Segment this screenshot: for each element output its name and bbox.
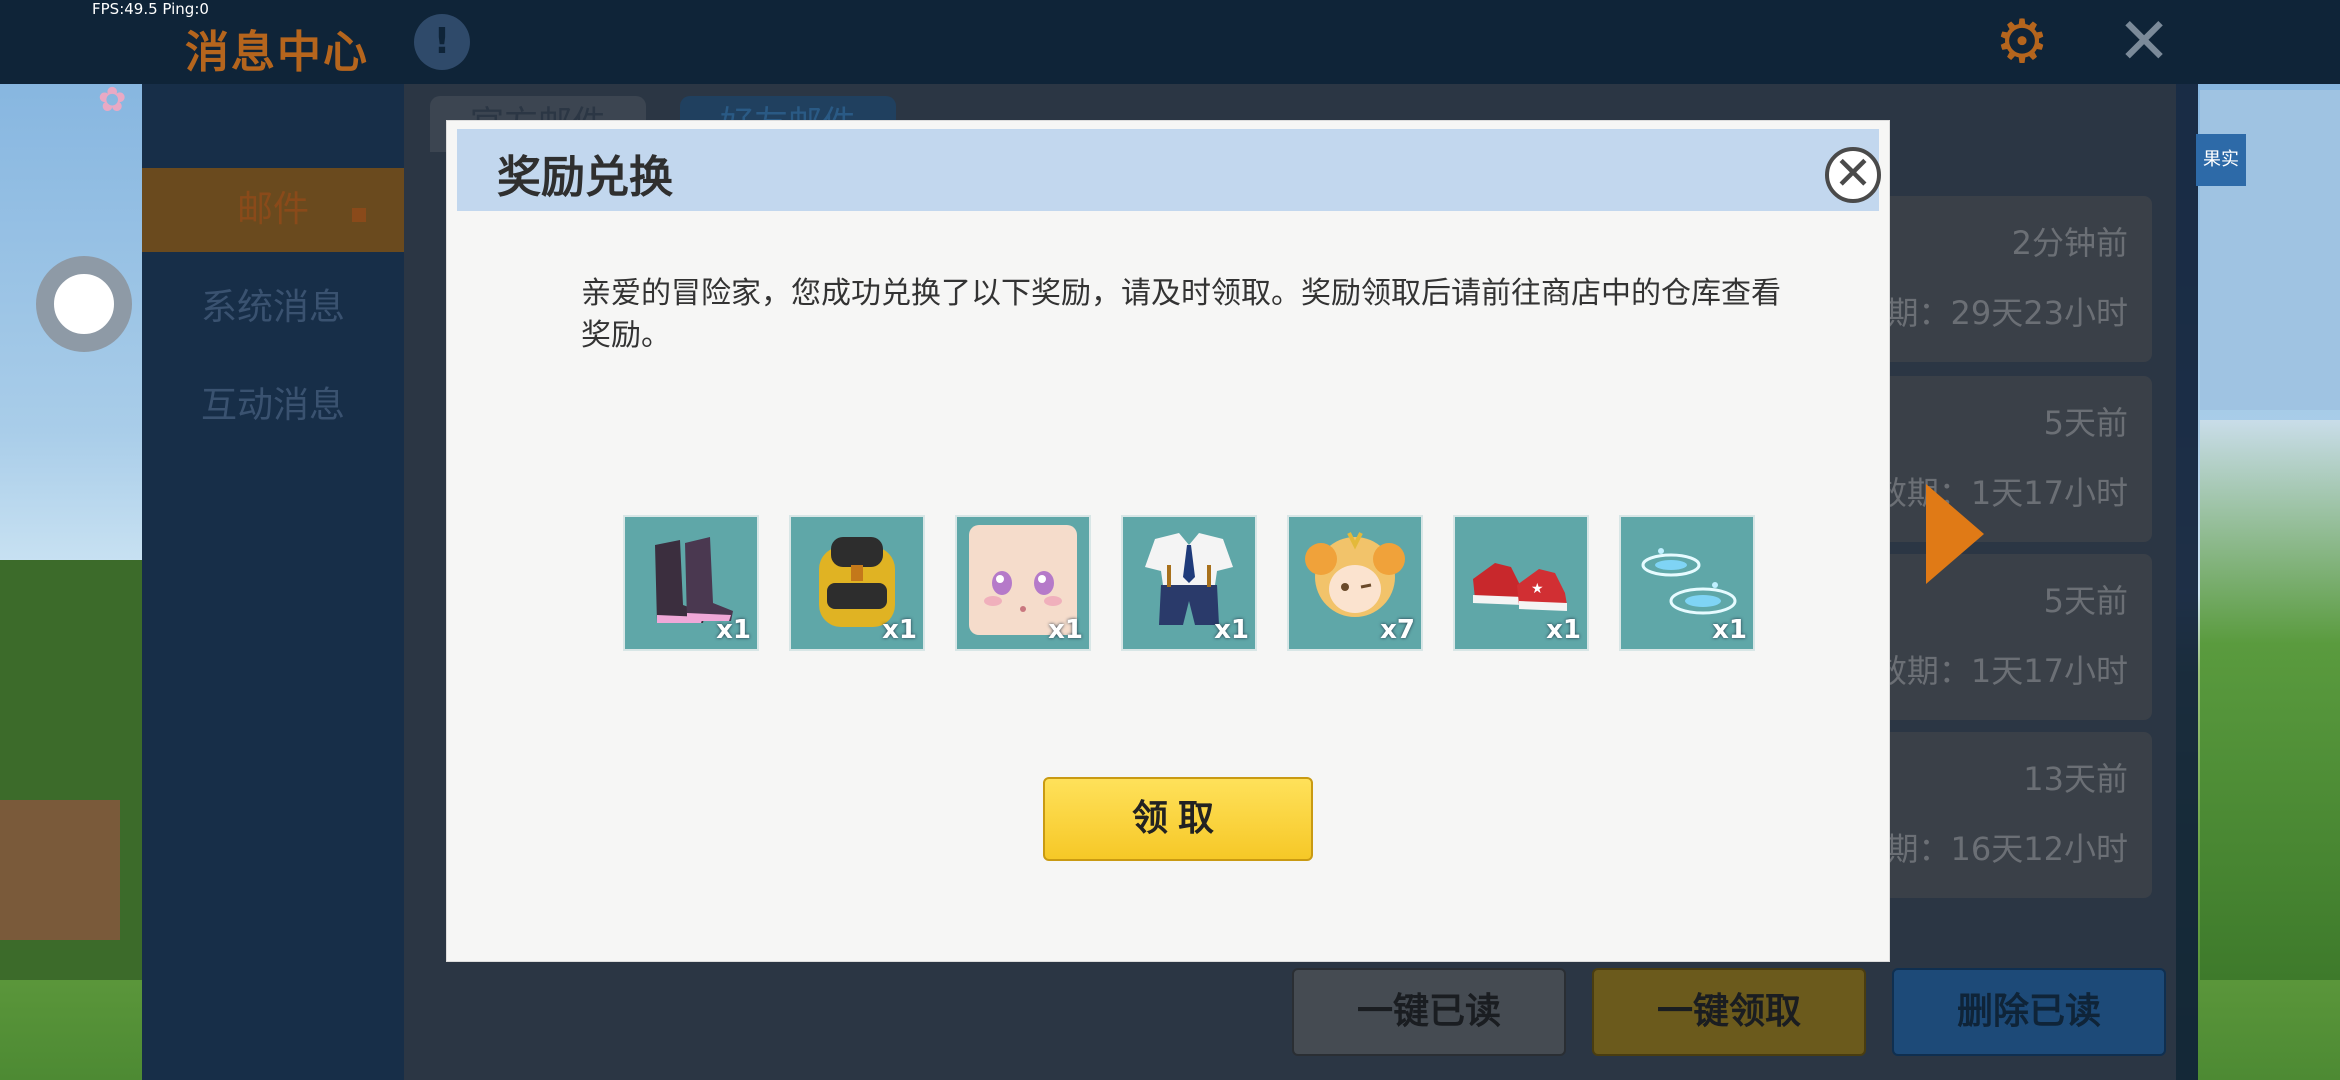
scene-terrain-right [2200, 420, 2340, 980]
mail-list-item[interactable]: 13天前 效期：16天12小时 [1855, 732, 2152, 898]
reward-qty: x1 [1048, 615, 1083, 645]
mail-time: 5天前 [2043, 404, 2128, 442]
sidebar-item-system-messages[interactable]: 系统消息 [142, 266, 404, 350]
reward-item[interactable]: x1 [955, 515, 1091, 651]
joystick-icon[interactable] [36, 256, 132, 352]
unread-dot [352, 208, 366, 222]
scene-block [0, 800, 120, 940]
svg-text:★: ★ [1531, 581, 1544, 597]
dialog-title: 奖励兑换 [497, 152, 673, 203]
mail-time: 2分钟前 [2011, 224, 2128, 262]
mail-time: 13天前 [2023, 760, 2128, 798]
delete-read-button[interactable]: 删除已读 [1892, 968, 2166, 1056]
page-title: 消息中心 [185, 27, 369, 78]
reward-qty: x1 [716, 615, 751, 645]
reward-item[interactable]: ★ x1 [1453, 515, 1589, 651]
reward-item[interactable]: x1 [1619, 515, 1755, 651]
reward-qty: x1 [882, 615, 917, 645]
reward-list: x1 x1 x1 x1 x7 ★ x1 x1 [623, 515, 1783, 651]
info-icon[interactable]: ! [414, 14, 470, 70]
close-icon[interactable]: ✕ [1825, 147, 1881, 203]
mail-expiry: 效期：1天17小时 [1874, 474, 2128, 512]
reward-exchange-dialog: 奖励兑换 ✕ 亲爱的冒险家，您成功兑换了以下奖励，请及时领取。奖励领取后请前往商… [446, 120, 1890, 962]
mail-list-item[interactable]: 5天前 效期：1天17小时 [1875, 376, 2152, 542]
reward-qty: x1 [1712, 615, 1747, 645]
reward-item[interactable]: x7 [1287, 515, 1423, 651]
close-icon[interactable]: ✕ [2112, 10, 2176, 76]
reward-item[interactable]: x1 [1121, 515, 1257, 651]
reward-item[interactable]: x1 [789, 515, 925, 651]
claim-all-button[interactable]: 一键领取 [1592, 968, 1866, 1056]
dialog-message: 亲爱的冒险家，您成功兑换了以下奖励，请及时领取。奖励领取后请前往商店中的仓库查看… [581, 276, 1781, 353]
mail-list-item[interactable]: 5天前 效期：1天17小时 [1875, 554, 2152, 720]
next-arrow-icon[interactable] [1926, 484, 1984, 584]
claim-button[interactable]: 领取 [1043, 777, 1313, 861]
mail-expiry: 效期：16天12小时 [1854, 830, 2128, 868]
sidebar-item-interaction-messages[interactable]: 互动消息 [142, 364, 404, 448]
gear-icon[interactable]: ⚙ [1990, 10, 2054, 74]
mail-list-item[interactable]: 2分钟前 期：29天23小时 [1880, 196, 2152, 362]
side-badge[interactable]: 果实 [2196, 134, 2246, 186]
flower-icon: ✿ [98, 80, 127, 120]
reward-qty: x1 [1214, 615, 1249, 645]
reward-item[interactable]: x1 [623, 515, 759, 651]
dialog-header: 奖励兑换 ✕ [457, 129, 1881, 211]
reward-qty: x7 [1380, 615, 1415, 645]
mail-expiry: 期：29天23小时 [1886, 294, 2128, 332]
mail-time: 5天前 [2043, 582, 2128, 620]
mark-all-read-button[interactable]: 一键已读 [1292, 968, 1566, 1056]
mail-expiry: 效期：1天17小时 [1874, 652, 2128, 690]
reward-qty: x1 [1546, 615, 1581, 645]
